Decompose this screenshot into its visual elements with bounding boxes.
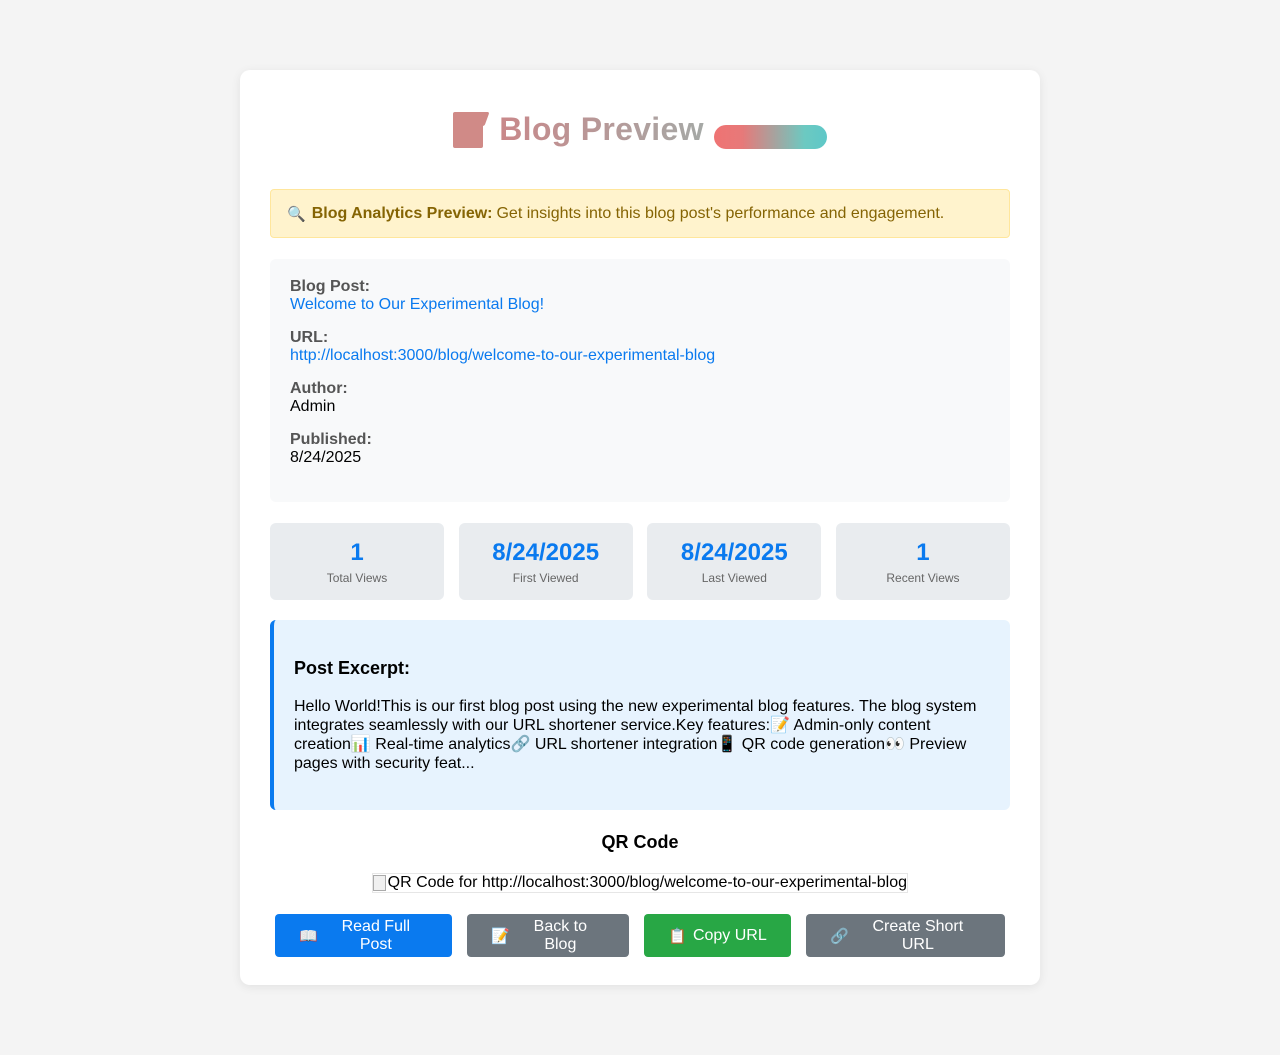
action-buttons: 📖 Read Full Post 📝 Back to Blog 📋 Copy U… (270, 914, 1010, 957)
memo-icon: 📝 (491, 927, 510, 945)
author-value: Admin (290, 398, 336, 415)
qr-code-image: QR Code for http://localhost:3000/blog/w… (372, 873, 908, 893)
info-row-author: Author: Admin (290, 380, 990, 416)
stat-recent-views: 1 Recent Views (835, 523, 1010, 600)
analytics-notice: 🔍 Blog Analytics Preview: Get insights i… (270, 189, 1010, 238)
create-short-url-button[interactable]: 🔗 Create Short URL (806, 914, 1005, 957)
broken-image-icon (373, 875, 386, 891)
author-label: Author: (290, 380, 348, 397)
post-title-link[interactable]: Welcome to Our Experimental Blog! (290, 296, 990, 314)
button-label: Back to Blog (533, 917, 588, 953)
url-label: URL: (290, 329, 329, 346)
copy-url-button[interactable]: 📋 Copy URL (644, 914, 791, 957)
stat-value: 8/24/2025 (492, 538, 600, 566)
post-label: Blog Post: (290, 278, 370, 295)
stat-value: 1 (350, 538, 364, 566)
stat-value: 8/24/2025 (680, 538, 788, 566)
link-icon: 🔗 (830, 927, 849, 945)
button-label: Read Full Post (341, 917, 411, 953)
excerpt-title: Post Excerpt: (294, 658, 411, 678)
stat-label: First Viewed (512, 570, 579, 585)
book-icon: 📖 (299, 927, 318, 945)
stat-first-viewed: 8/24/2025 First Viewed (458, 523, 633, 600)
stat-label: Recent Views (886, 570, 960, 585)
preview-card: Blog Preview 🔍 Blog Analytics Preview: G… (240, 70, 1040, 985)
qr-alt-text: QR Code for http://localhost:3000/blog/w… (387, 874, 907, 891)
notice-text: Get insights into this blog post's perfo… (496, 204, 945, 222)
button-label: Create Short URL (872, 917, 964, 953)
memo-icon (453, 112, 490, 148)
post-excerpt: Post Excerpt: Hello World!This is our fi… (270, 620, 1010, 810)
title-decoration-bar (713, 124, 827, 149)
page-title: Blog Preview (499, 111, 704, 147)
info-row-published: Published: 8/24/2025 (290, 431, 990, 467)
stat-value: 1 (916, 538, 930, 566)
excerpt-text: Hello World!This is our first blog post … (294, 698, 977, 772)
stat-total-views: 1 Total Views (270, 523, 444, 600)
read-full-post-button[interactable]: 📖 Read Full Post (275, 914, 452, 957)
qr-title: QR Code (601, 832, 679, 852)
published-label: Published: (290, 431, 372, 448)
info-row-post: Blog Post: Welcome to Our Experimental B… (290, 278, 990, 314)
published-value: 8/24/2025 (290, 449, 362, 466)
post-info-panel: Blog Post: Welcome to Our Experimental B… (270, 259, 1010, 502)
back-to-blog-button[interactable]: 📝 Back to Blog (467, 914, 629, 957)
clipboard-icon: 📋 (668, 927, 687, 945)
stat-last-viewed: 8/24/2025 Last Viewed (647, 523, 822, 600)
page-header: Blog Preview (270, 70, 1010, 189)
notice-label: Blog Analytics Preview: (311, 204, 493, 222)
magnifier-icon: 🔍 (287, 205, 306, 223)
stat-label: Last Viewed (701, 570, 767, 585)
post-url-link[interactable]: http://localhost:3000/blog/welcome-to-ou… (290, 347, 990, 365)
button-label: Copy URL (692, 926, 767, 944)
stats-grid: 1 Total Views 8/24/2025 First Viewed 8/2… (270, 523, 1010, 600)
stat-label: Total Views (326, 570, 388, 585)
info-row-url: URL: http://localhost:3000/blog/welcome-… (290, 329, 990, 365)
